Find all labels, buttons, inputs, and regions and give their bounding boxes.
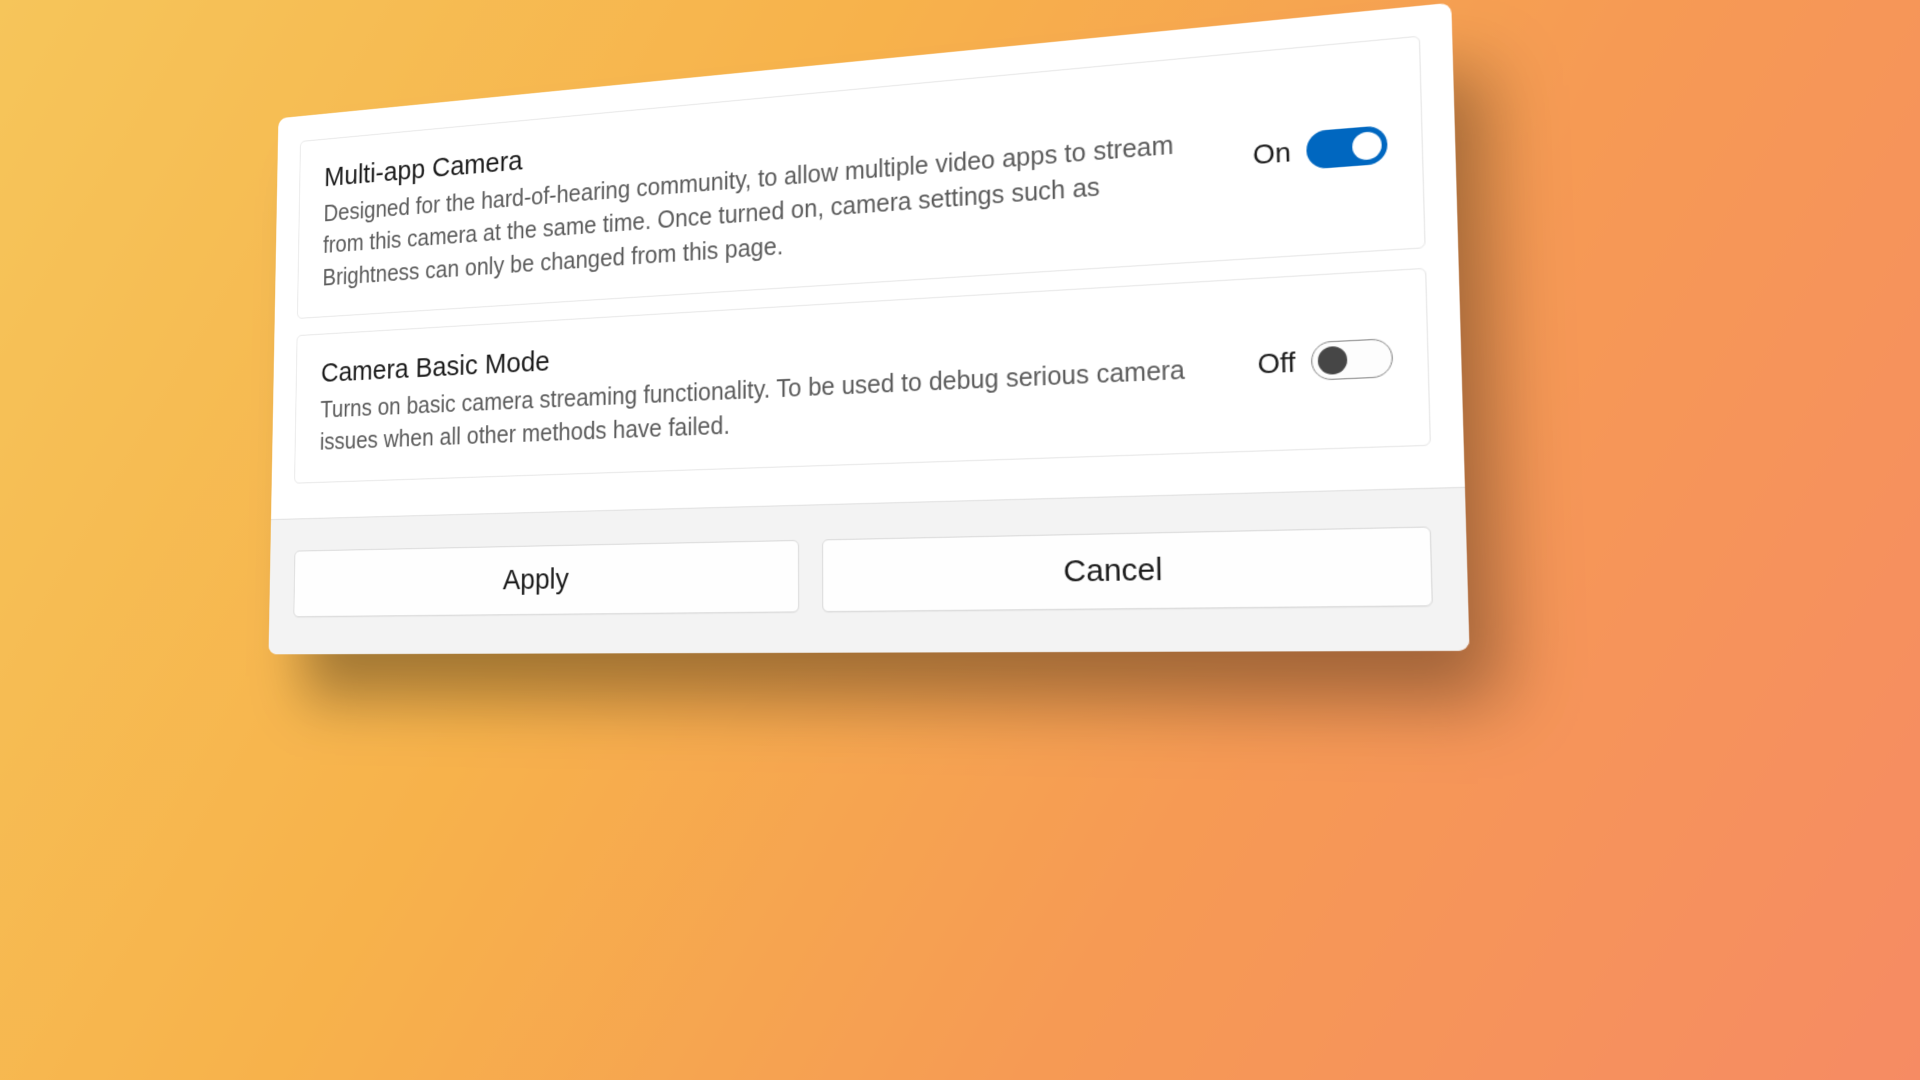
multi-app-camera-toggle[interactable]	[1306, 125, 1388, 170]
toggle-state-label: On	[1253, 136, 1292, 172]
toggle-knob-icon	[1318, 346, 1348, 375]
setting-row-multi-app-camera: Multi-app Camera Designed for the hard-o…	[297, 36, 1426, 319]
toggle-group: Off	[1257, 338, 1393, 383]
button-label: Apply	[503, 563, 569, 597]
toggle-knob-icon	[1352, 131, 1382, 161]
settings-panel: Multi-app Camera Designed for the hard-o…	[269, 3, 1470, 654]
setting-text: Multi-app Camera Designed for the hard-o…	[322, 80, 1221, 294]
cancel-button[interactable]: Cancel	[822, 526, 1433, 612]
setting-text: Camera Basic Mode Turns on basic camera …	[320, 306, 1226, 459]
toggle-state-label: Off	[1257, 346, 1296, 381]
button-label: Cancel	[1063, 552, 1163, 590]
background-gradient: Multi-app Camera Designed for the hard-o…	[0, 0, 1920, 1080]
basic-mode-toggle[interactable]	[1311, 338, 1394, 381]
apply-button[interactable]: Apply	[293, 539, 799, 616]
settings-content: Multi-app Camera Designed for the hard-o…	[271, 3, 1465, 519]
toggle-group: On	[1252, 125, 1387, 174]
